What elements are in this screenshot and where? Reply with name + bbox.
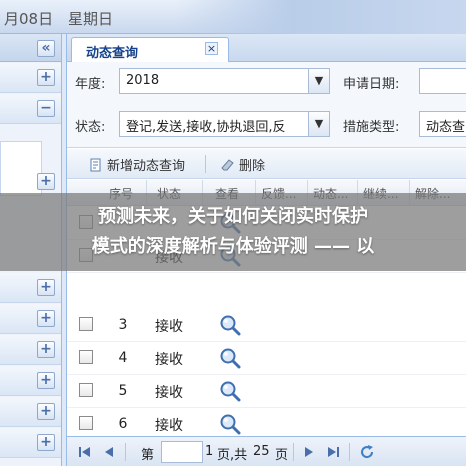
table-row[interactable]: 5 接收: [67, 375, 466, 408]
expand-button[interactable]: +: [37, 173, 55, 190]
row-index: 4: [118, 350, 128, 366]
row-status: 接收: [155, 418, 183, 434]
toolbar-separator: [205, 155, 206, 173]
top-bar-decoration: [175, 0, 466, 34]
left-panel-header: «: [0, 34, 61, 62]
row-checkbox[interactable]: [79, 416, 93, 430]
page-suffix: 页: [275, 448, 289, 463]
row-status: 接收: [155, 319, 183, 335]
pager-separator: [293, 443, 294, 461]
magnifier-icon[interactable]: [219, 347, 241, 369]
status-dropdown-button[interactable]: ▼: [308, 111, 330, 137]
page-input[interactable]: [161, 441, 203, 463]
pager-separator: [125, 443, 126, 461]
magnifier-icon[interactable]: [219, 413, 241, 435]
pager: 第 1 页,共 25 页: [67, 436, 466, 466]
tab-dynamic-query[interactable]: 动态查询 ×: [71, 37, 229, 62]
current-page: 1: [205, 444, 214, 459]
expand-button[interactable]: +: [37, 372, 55, 389]
add-query-button[interactable]: 新增动态查询: [89, 155, 185, 174]
magnifier-icon[interactable]: [219, 380, 241, 402]
row-checkbox[interactable]: [79, 350, 93, 364]
close-icon[interactable]: ×: [205, 42, 218, 55]
nav-group-8[interactable]: +: [0, 397, 61, 427]
measure-type-label: 措施类型:: [343, 120, 400, 135]
total-pages: 25: [253, 444, 270, 459]
expand-button[interactable]: +: [37, 310, 55, 327]
refresh-icon[interactable]: [359, 444, 375, 460]
apply-date-label: 申请日期:: [343, 77, 400, 92]
nav-group-9[interactable]: +: [0, 428, 61, 458]
pager-separator: [349, 443, 350, 461]
nav-group-7[interactable]: +: [0, 366, 61, 396]
add-query-label: 新增动态查询: [107, 159, 186, 174]
nav-group-6[interactable]: +: [0, 335, 61, 365]
first-page-icon[interactable]: [77, 444, 93, 460]
year-select[interactable]: 2018: [119, 68, 309, 94]
year-dropdown-button[interactable]: ▼: [308, 68, 330, 94]
overlay-banner: 预测未来，关于如何关闭实时保护 模式的深度解析与体验评测 —— 以: [0, 193, 466, 271]
row-status: 接收: [155, 385, 183, 401]
row-checkbox[interactable]: [79, 317, 93, 331]
nav-group-3[interactable]: +: [0, 161, 61, 191]
row-index: 6: [118, 416, 128, 432]
collapse-panel-button[interactable]: «: [37, 40, 55, 57]
row-index: 5: [118, 383, 128, 399]
add-document-icon: [90, 158, 101, 172]
row-index: 3: [118, 317, 128, 333]
delete-button[interactable]: 删除: [221, 155, 265, 174]
expand-button[interactable]: +: [37, 341, 55, 358]
banner-title: 预测未来，关于如何关闭实时保护 模式的深度解析与体验评测 —— 以: [0, 202, 466, 262]
expand-button[interactable]: +: [37, 69, 55, 86]
tab-strip: 动态查询 ×: [67, 34, 466, 62]
grid-toolbar: 新增动态查询 删除: [67, 149, 466, 179]
row-status: 接收: [155, 352, 183, 368]
nav-group-4[interactable]: +: [0, 273, 61, 303]
collapse-button[interactable]: −: [37, 100, 55, 117]
last-page-icon[interactable]: [325, 444, 341, 460]
date-text: 月08日: [4, 10, 54, 28]
table-row[interactable]: 4 接收: [67, 342, 466, 375]
top-bar: 月08日 星期日: [0, 0, 466, 34]
measure-type-select[interactable]: 动态查: [419, 111, 466, 137]
nav-group-2[interactable]: −: [0, 94, 61, 124]
next-page-icon[interactable]: [301, 444, 317, 460]
page-of-text: 页,共: [217, 448, 248, 463]
banner-line-2: 模式的深度解析与体验评测 —— 以: [91, 236, 375, 257]
query-form: 年度: 2018 ▼ 申请日期: 状态: 登记,发送,接收,协执退回,反 ▼ 措…: [67, 62, 466, 148]
banner-line-1: 预测未来，关于如何关闭实时保护: [98, 206, 368, 227]
apply-date-field[interactable]: [419, 68, 466, 94]
status-select[interactable]: 登记,发送,接收,协执退回,反: [119, 111, 309, 137]
table-row[interactable]: 3 接收: [67, 309, 466, 342]
tab-label: 动态查询: [86, 46, 139, 61]
status-label: 状态:: [75, 120, 106, 135]
eraser-icon: [221, 159, 234, 171]
expand-button[interactable]: +: [37, 434, 55, 451]
expand-button[interactable]: +: [37, 403, 55, 420]
weekday-text: 星期日: [68, 10, 114, 28]
row-checkbox[interactable]: [79, 383, 93, 397]
year-label: 年度:: [75, 77, 106, 92]
delete-label: 删除: [239, 159, 266, 174]
expand-button[interactable]: +: [37, 279, 55, 296]
magnifier-icon[interactable]: [219, 314, 241, 336]
nav-group-5[interactable]: +: [0, 304, 61, 334]
nav-group-1[interactable]: +: [0, 63, 61, 93]
page-label: 第: [141, 448, 155, 463]
previous-page-icon[interactable]: [101, 444, 117, 460]
